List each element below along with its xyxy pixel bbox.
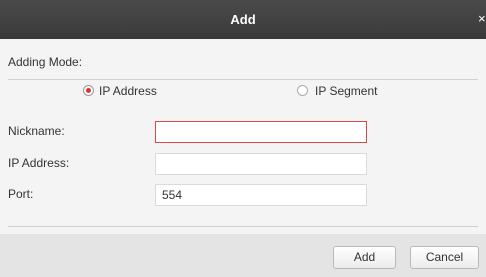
nickname-label: Nickname:	[8, 124, 65, 138]
port-field[interactable]	[155, 184, 367, 206]
adding-mode-label: Adding Mode:	[8, 55, 83, 69]
footer-divider	[8, 226, 478, 227]
dialog-titlebar: Add ×	[0, 0, 486, 39]
dialog-footer: Add Cancel	[0, 234, 486, 277]
ip-address-label: IP Address:	[8, 156, 70, 170]
radio-ip-segment-label[interactable]: IP Segment	[315, 84, 377, 98]
ip-address-field[interactable]	[155, 153, 367, 175]
port-label: Port:	[8, 187, 34, 201]
section-divider	[8, 79, 478, 80]
radio-ip-segment[interactable]	[297, 85, 308, 96]
add-button[interactable]: Add	[333, 246, 396, 269]
radio-ip-address[interactable]	[83, 85, 94, 96]
dialog-body: Adding Mode: IP Address IP Segment Nickn…	[0, 39, 486, 234]
dialog-title: Add	[230, 12, 256, 27]
radio-ip-address-label[interactable]: IP Address	[99, 84, 157, 98]
close-icon[interactable]: ×	[478, 12, 486, 26]
nickname-field[interactable]	[155, 121, 367, 143]
cancel-button[interactable]: Cancel	[410, 246, 479, 269]
